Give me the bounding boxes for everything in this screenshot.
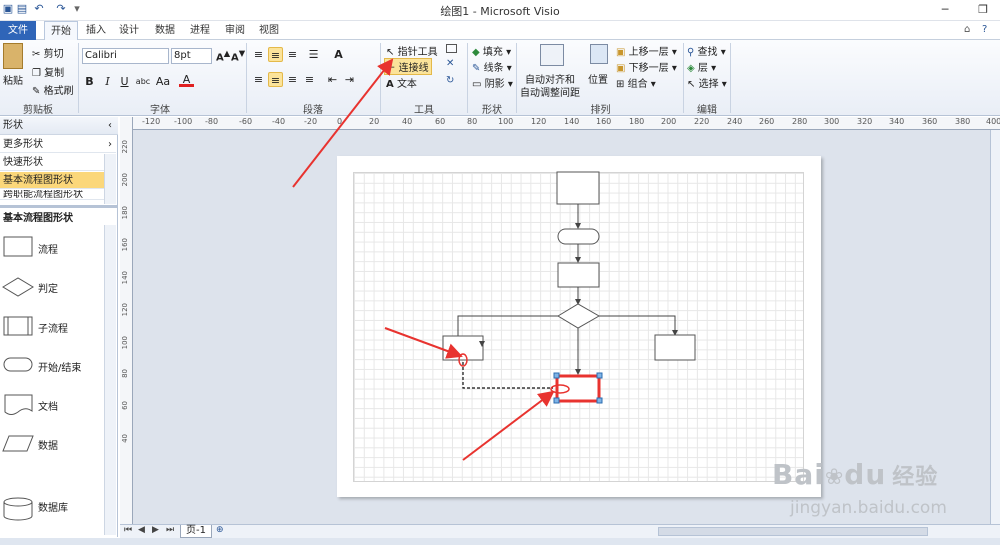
ruler-tick: 140	[121, 271, 129, 285]
last-page-icon[interactable]: ⏭	[166, 525, 174, 535]
connector-line[interactable]	[457, 315, 558, 336]
ruler-tick: 60	[435, 117, 446, 126]
ruler-labels-left: 220 200 180 160 140 120 100 80 60 40	[120, 130, 133, 524]
ruler-tick: 220	[121, 140, 129, 154]
ruler-tick: 400	[986, 117, 1000, 126]
ruler-tick: 160	[121, 238, 129, 252]
flow-process-2[interactable]	[557, 262, 600, 288]
watermark-brand: Bai❀du 经验	[772, 458, 939, 491]
annotation-arrow	[462, 390, 555, 461]
ruler-tick: 340	[889, 117, 905, 126]
ruler-tick: 160	[596, 117, 612, 126]
selected-shape[interactable]	[555, 374, 601, 403]
flow-terminator[interactable]	[557, 228, 600, 245]
visio-window: ▣ ▤ ↶ ↷ ▾ 绘图1 - Microsoft Visio ─ ❐ 文件 开…	[0, 0, 1000, 545]
ruler-tick: -60	[239, 117, 253, 126]
ruler-tick: 260	[759, 117, 775, 126]
ruler-tick: 40	[121, 434, 129, 443]
status-bar	[0, 538, 1000, 545]
first-page-icon[interactable]: ⏮	[124, 525, 132, 535]
watermark-url: jingyan.baidu.com	[790, 498, 947, 518]
ruler-tick: -120	[142, 117, 161, 126]
ruler-tick: 20	[369, 117, 380, 126]
ruler-tick: 0	[337, 117, 343, 126]
paw-icon: ❀	[824, 465, 845, 490]
ruler-tick: 60	[121, 401, 129, 410]
ruler-tick: 300	[824, 117, 840, 126]
ruler-tick: 280	[792, 117, 808, 126]
ruler-tick: 120	[121, 303, 129, 317]
ruler-tick: 80	[467, 117, 478, 126]
ruler-tick: -100	[174, 117, 193, 126]
ruler-tick: 180	[629, 117, 645, 126]
ruler-tick: 320	[857, 117, 873, 126]
dragged-connector[interactable]	[462, 362, 553, 389]
ruler-tick: 220	[694, 117, 710, 126]
connector-line[interactable]	[599, 315, 678, 336]
ruler-tick: -40	[272, 117, 286, 126]
flow-right-box[interactable]	[654, 334, 696, 361]
page-tab[interactable]: 页-1	[180, 525, 212, 538]
ruler-tick: 100	[498, 117, 514, 126]
vertical-scrollbar[interactable]	[990, 130, 1000, 524]
ruler-tick: 380	[955, 117, 971, 126]
ruler-tick: 120	[531, 117, 547, 126]
page-tabs-bar: ⏮ ◀ ▶ ⏭ 页-1 ⊕	[120, 524, 1000, 538]
ruler-tick: 200	[121, 173, 129, 187]
ruler-tick: 360	[922, 117, 938, 126]
ruler-tick: 200	[661, 117, 677, 126]
ruler-tick: -80	[205, 117, 219, 126]
ruler-labels-top: -120 -100 -80 -60 -40 -20 0 20 40 60 80 …	[133, 117, 1000, 130]
flow-left-box[interactable]	[442, 335, 484, 361]
insert-page-icon[interactable]: ⊕	[216, 525, 224, 535]
prev-page-icon[interactable]: ◀	[138, 525, 145, 535]
ruler-tick: 140	[564, 117, 580, 126]
next-page-icon[interactable]: ▶	[152, 525, 159, 535]
horizontal-scrollbar[interactable]	[658, 527, 928, 536]
flow-decision[interactable]	[557, 303, 601, 329]
ruler-tick: 180	[121, 206, 129, 220]
flow-process-1[interactable]	[556, 171, 600, 205]
ruler-tick: 240	[727, 117, 743, 126]
ruler-tick: -20	[304, 117, 318, 126]
ruler-tick: 40	[402, 117, 413, 126]
ruler-tick: 100	[121, 336, 129, 350]
ruler-tick: 80	[121, 369, 129, 378]
